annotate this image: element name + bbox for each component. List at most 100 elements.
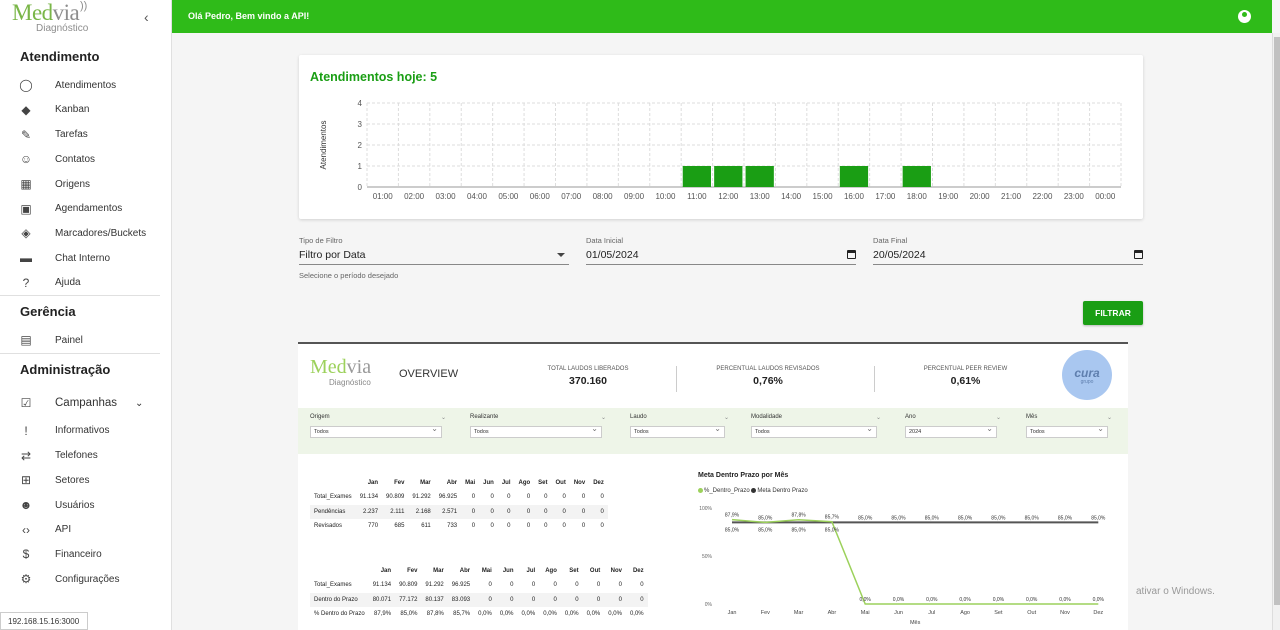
meta-data-label: 85,0% (891, 515, 906, 521)
sidebar-item-financeiro[interactable]: $ Financeiro (0, 542, 171, 567)
sidebar-item-label: Campanhas (55, 397, 118, 410)
table-cell: 0 (510, 582, 514, 589)
pct-data-label: 0,0% (1026, 597, 1038, 603)
data-final-input[interactable]: Data Final 20/05/2024 (873, 236, 1143, 265)
report-logo: Medvia (310, 356, 372, 378)
sidebar-item-setores[interactable]: ⊞ Setores (0, 468, 171, 493)
meta-chart-title: Meta Dentro Prazo por Mês (698, 472, 789, 479)
sidebar-item-label: Configurações (55, 573, 120, 585)
windows-watermark: ativar o Windows. (1136, 586, 1215, 597)
slicer-value[interactable]: Todos (470, 424, 602, 438)
top-bar: Olá Pedro, Bem vindo a API! (172, 0, 1272, 33)
chevron-down-icon[interactable]: ⌄ (135, 398, 143, 409)
table-cell: 87,9% (374, 611, 392, 618)
column-header: Mai (465, 480, 476, 486)
sidebar-item-chat-interno[interactable]: ▬ Chat Interno (0, 246, 171, 271)
slicer-origem[interactable]: Origem ⌄ Todos (310, 414, 446, 438)
sidebar-item-configura-es[interactable]: ⚙ Configurações (0, 567, 171, 592)
sidebar-item-label: Marcadores/Buckets (55, 227, 147, 239)
contacts-icon: ☺ (19, 152, 33, 167)
tags-icon: ◈ (21, 226, 31, 241)
data-inicial-input[interactable]: Data Inicial 01/05/2024 (586, 236, 856, 265)
x-tick-label: Nov (1060, 610, 1070, 616)
y-axis-label: Atendimentos (319, 121, 328, 170)
report-logo-sub: Diagnóstico (329, 378, 371, 387)
table-cell: 0 (618, 582, 622, 589)
table-cell: 0 (461, 504, 480, 519)
medvia-logo: Medvia )) Diagnóstico ‹ (12, 0, 149, 34)
slicer-value[interactable]: Todos (310, 424, 442, 438)
pct-data-label: 0,0% (926, 597, 938, 603)
slicer-realizante[interactable]: Realizante ⌄ Todos (470, 414, 606, 438)
table-cell: 0 (517, 592, 540, 607)
sidebar-item-label: API (55, 524, 72, 536)
sidebar-item-label: Informativos (55, 425, 110, 437)
signal-icon: )) (80, 0, 88, 12)
x-tick-label: 03:00 (436, 192, 457, 201)
chevron-down-icon: ⌄ (1106, 415, 1112, 421)
sidebar-item-agendamentos[interactable]: ▣ Agendamentos (0, 197, 171, 222)
y-tick-label: 1 (358, 162, 363, 171)
atendimentos-card: Atendimentos hoje: 5 0 1 2 3 4 01:00 02:00 03:0… (299, 55, 1143, 219)
table-cell: 91.134 (372, 582, 392, 589)
sidebar-item-informativos[interactable]: ! Informativos (0, 419, 171, 444)
sidebar-item-api[interactable]: ‹› API (0, 518, 171, 543)
table-cell: 0 (495, 592, 518, 607)
sidebar-item-telefones[interactable]: ⇄ Telefones (0, 443, 171, 468)
tipo-filtro-select[interactable]: Tipo de Filtro Filtro por Data Selecione… (299, 236, 569, 280)
slicer-modalidade[interactable]: Modalidade ⌄ Todos (751, 414, 881, 438)
bar (682, 166, 712, 187)
table-cell: % Dentro do Prazo (314, 611, 365, 618)
x-tick-label: 23:00 (1064, 192, 1085, 201)
table-cell: 0 (581, 523, 586, 530)
slicer-laudo[interactable]: Laudo ⌄ Todos (630, 414, 729, 438)
filtrar-button[interactable]: FILTRAR (1083, 301, 1143, 325)
sidebar-item-origens[interactable]: ▦ Origens (0, 172, 171, 197)
table-cell: 87,8% (426, 611, 444, 618)
calendar-icon[interactable] (847, 250, 856, 259)
slicer-ano[interactable]: Ano ⌄ 2024 (905, 414, 1001, 438)
sidebar-item-campanhas[interactable]: ☑ Campanhas ⌄ (0, 391, 171, 416)
table-cell: 83.093 (447, 592, 475, 607)
overview-title: OVERVIEW (399, 368, 459, 380)
column-header: Out (589, 568, 601, 574)
table-row: Total_Exames 91.134 90.809 91.292 96.925 0 0 0 0… (310, 490, 608, 505)
slicer-value[interactable]: Todos (751, 424, 877, 438)
y-tick-label: 3 (358, 120, 363, 129)
sidebar-item-tarefas[interactable]: ✎ Tarefas (0, 122, 171, 147)
meta-data-label: 85,0% (792, 527, 807, 533)
table-cell: 0 (544, 523, 548, 530)
sidebar-item-kanban[interactable]: ◆ Kanban (0, 98, 171, 123)
column-header: Jul (526, 568, 536, 574)
chat-icon: ▬ (20, 251, 32, 266)
x-tick-label: Mai (861, 610, 870, 616)
table-cell: 80.071 (368, 592, 396, 607)
prazo-table: Jan Fev Mar Abr Mai Jun Jul Ago Set Out Nov Dez Tota… (310, 564, 648, 622)
sidebar-item-ajuda[interactable]: ? Ajuda (0, 271, 171, 296)
sidebar-item-atendimentos[interactable]: ◯ Atendimentos (0, 73, 171, 98)
sidebar-item-marcadores-buckets[interactable]: ◈ Marcadores/Buckets (0, 221, 171, 246)
collapse-sidebar-button[interactable]: ‹ (144, 9, 149, 25)
calendar-icon[interactable] (1134, 250, 1143, 259)
announcement-icon: ! (24, 423, 28, 438)
sidebar-item-usu-rios[interactable]: ☻ Usuários (0, 493, 171, 518)
x-tick-label: Fev (761, 610, 770, 616)
gear-icon: ⚙ (20, 572, 32, 587)
table-row: Dentro do Prazo 80.071 77.172 80.137 83.093 0… (310, 592, 648, 607)
exames-table: Jan Fev Mar Abr Mai Jun Jul Ago Set Out Nov Dez Tota… (310, 476, 608, 534)
slicer-value[interactable]: 2024 (905, 424, 997, 438)
sidebar-item-painel[interactable]: ▤ Painel (0, 328, 171, 353)
slicer-mês[interactable]: Mês ⌄ Todos (1026, 414, 1112, 438)
table-cell: 0 (526, 494, 531, 501)
table-cell: 91.134 (359, 494, 379, 501)
sidebar-item-contatos[interactable]: ☺ Contatos (0, 147, 171, 172)
table-cell: 0,0% (499, 611, 514, 618)
table-cell: 0 (589, 504, 608, 519)
x-tick-label: 05:00 (498, 192, 519, 201)
slicer-value[interactable]: Todos (630, 424, 725, 438)
page-scrollbar[interactable] (1272, 33, 1280, 630)
table-row: Total_Exames 91.134 90.809 91.292 96.925 0 0 0 0… (310, 578, 648, 593)
slicer-value[interactable]: Todos (1026, 424, 1108, 438)
account-icon[interactable] (1238, 10, 1251, 23)
table-header-row: Jan Fev Mar Abr Mai Jun Jul Ago Set Out Nov Dez (310, 564, 648, 578)
